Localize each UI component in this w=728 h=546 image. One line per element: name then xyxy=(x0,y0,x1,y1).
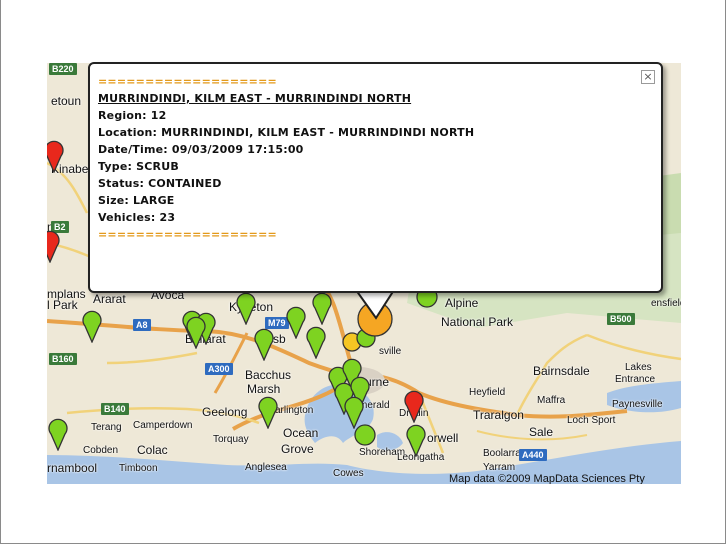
place-label: Ararat xyxy=(93,292,126,306)
separator-top: =================== xyxy=(98,75,277,88)
place-label: arlington xyxy=(275,405,314,416)
fire-marker-red[interactable] xyxy=(47,139,65,173)
fire-marker-red[interactable] xyxy=(47,229,61,263)
road-shield: B160 xyxy=(49,353,77,365)
fire-info-popup: × =================== MURRINDINDI, KILM … xyxy=(88,62,663,293)
place-label: Geelong xyxy=(202,405,248,419)
incident-location: Location: MURRINDINDI, KILM EAST - MURRI… xyxy=(98,126,475,139)
place-label: orwell xyxy=(427,431,459,445)
place-label: Ocean xyxy=(283,426,319,440)
place-label: ensfield xyxy=(651,298,681,309)
place-label: Cowes xyxy=(333,468,364,479)
fire-marker-green[interactable] xyxy=(257,395,279,429)
place-label: Grove xyxy=(281,442,314,456)
road-shield: A8 xyxy=(133,319,151,331)
road-shield: B500 xyxy=(607,313,635,325)
place-label: Entrance xyxy=(615,374,656,385)
popup-content: =================== MURRINDINDI, KILM EA… xyxy=(98,73,474,243)
fire-marker-green-circle[interactable] xyxy=(353,423,377,447)
map-attribution: Map data ©2009 MapData Sciences Pty xyxy=(449,473,645,484)
fire-marker-green[interactable] xyxy=(305,325,327,359)
road-shield: B140 xyxy=(101,403,129,415)
popup-pointer xyxy=(354,290,396,320)
place-label: Bairnsdale xyxy=(533,364,590,378)
fire-marker-green[interactable] xyxy=(185,315,207,349)
incident-status: Status: CONTAINED xyxy=(98,177,222,190)
place-label: Traralgon xyxy=(473,408,524,422)
incident-size: Size: LARGE xyxy=(98,194,175,207)
place-label: Colac xyxy=(137,443,168,457)
fire-marker-green[interactable] xyxy=(253,327,275,361)
fire-marker-red[interactable] xyxy=(403,389,425,423)
place-label: Maffra xyxy=(537,395,566,406)
incident-vehicles: Vehicles: 23 xyxy=(98,211,176,224)
fire-marker-green[interactable] xyxy=(405,423,427,457)
road-shield: B220 xyxy=(49,63,77,75)
fire-marker-green[interactable] xyxy=(311,291,333,325)
separator-bottom: =================== xyxy=(98,228,277,241)
place-label: Loch Sport xyxy=(567,415,616,426)
place-label: Camperdown xyxy=(133,420,193,431)
fire-marker-green[interactable] xyxy=(81,309,103,343)
fire-marker-green[interactable] xyxy=(47,417,69,451)
place-label: Boolarra xyxy=(483,448,521,459)
place-label: Marsh xyxy=(247,382,281,396)
place-label: Anglesea xyxy=(245,462,287,473)
place-label: Yarram xyxy=(483,462,516,473)
incident-title: MURRINDINDI, KILM EAST - MURRINDINDI NOR… xyxy=(98,92,412,105)
place-label: Heyfield xyxy=(469,387,506,398)
place-label: Timboon xyxy=(119,463,158,474)
fire-marker-green[interactable] xyxy=(235,291,257,325)
place-label: sville xyxy=(379,346,402,357)
place-label: rnambool xyxy=(47,461,98,475)
place-label: Alpine xyxy=(445,296,479,310)
incident-region: Region: 12 xyxy=(98,109,167,122)
place-label: Bacchus xyxy=(245,368,292,382)
road-shield: A300 xyxy=(205,363,233,375)
place-label: Paynesville xyxy=(612,399,663,410)
place-label: Cobden xyxy=(83,445,119,456)
place-label: Lakes xyxy=(625,362,652,373)
place-label: etoun xyxy=(51,94,82,108)
place-label: Sale xyxy=(529,425,554,439)
close-button[interactable]: × xyxy=(641,70,655,84)
incident-type: Type: SCRUB xyxy=(98,160,179,173)
fire-marker-green[interactable] xyxy=(285,305,307,339)
incident-datetime: Date/Time: 09/03/2009 17:15:00 xyxy=(98,143,304,156)
place-label: l Park xyxy=(47,298,78,312)
place-label: Torquay xyxy=(213,434,249,445)
place-label: Terang xyxy=(91,422,122,433)
road-shield: A440 xyxy=(519,449,547,461)
place-label: National Park xyxy=(441,315,514,329)
